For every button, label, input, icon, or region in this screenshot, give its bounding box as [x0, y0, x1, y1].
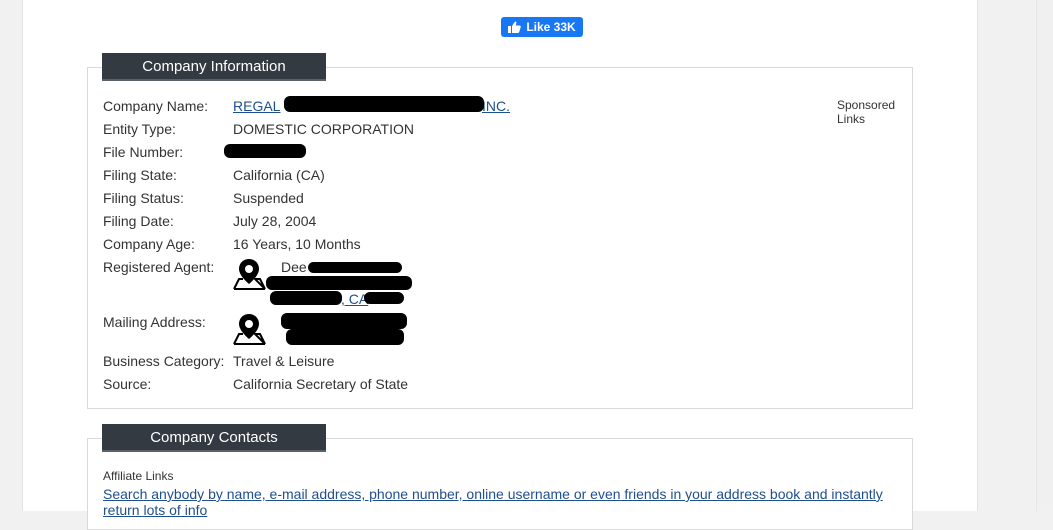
- map-pin-icon[interactable]: [233, 258, 267, 290]
- facebook-like-button[interactable]: Like 33K: [501, 17, 583, 37]
- redaction-mark: [286, 329, 404, 345]
- filing-date-value: July 28, 2004: [233, 213, 317, 229]
- file-number-label: File Number:: [103, 144, 184, 160]
- company-name-label: Company Name:: [103, 98, 209, 114]
- company-name-link-end[interactable]: INC.: [482, 98, 510, 114]
- company-information-title: Company Information: [142, 57, 286, 75]
- filing-date-label: Filing Date:: [103, 213, 174, 229]
- company-contacts-tab: Company Contacts: [102, 424, 326, 452]
- affiliate-links-label: Affiliate Links: [103, 469, 174, 483]
- registered-agent-name: Dee: [281, 259, 307, 275]
- mailing-address-label: Mailing Address:: [103, 314, 206, 330]
- company-name-link-start[interactable]: REGAL: [233, 98, 280, 114]
- filing-status-label: Filing Status:: [103, 190, 184, 206]
- scrollbar[interactable]: [1036, 0, 1053, 511]
- company-age-label: Company Age:: [103, 236, 195, 252]
- redaction-mark: [266, 276, 412, 290]
- redaction-mark: [270, 291, 342, 305]
- entity-type-label: Entity Type:: [103, 121, 176, 137]
- company-age-value: 16 Years, 10 Months: [233, 236, 361, 252]
- map-pin-icon[interactable]: [233, 313, 267, 345]
- affiliate-search-link[interactable]: Search anybody by name, e-mail address, …: [103, 486, 893, 518]
- sponsored-links-label: Sponsored Links: [837, 98, 896, 126]
- redaction-mark: [364, 292, 404, 304]
- source-label: Source:: [103, 376, 152, 392]
- redaction-mark: [281, 313, 407, 329]
- redaction-mark: [308, 262, 402, 273]
- filing-status-value: Suspended: [233, 190, 304, 206]
- business-category-label: Business Category:: [103, 353, 225, 369]
- thumbs-up-icon: [508, 21, 522, 33]
- registered-agent-label: Registered Agent:: [103, 259, 215, 275]
- redaction-mark: [284, 96, 484, 112]
- redaction-mark: [224, 144, 306, 158]
- company-information-tab: Company Information: [102, 53, 326, 81]
- entity-type-value: DOMESTIC CORPORATION: [233, 121, 414, 137]
- business-category-value: Travel & Leisure: [233, 353, 335, 369]
- source-value: California Secretary of State: [233, 376, 409, 392]
- company-contacts-title: Company Contacts: [150, 428, 278, 446]
- filing-state-label: Filing State:: [103, 167, 177, 183]
- filing-state-value: California (CA): [233, 167, 325, 183]
- like-button-label: Like 33K: [526, 20, 576, 34]
